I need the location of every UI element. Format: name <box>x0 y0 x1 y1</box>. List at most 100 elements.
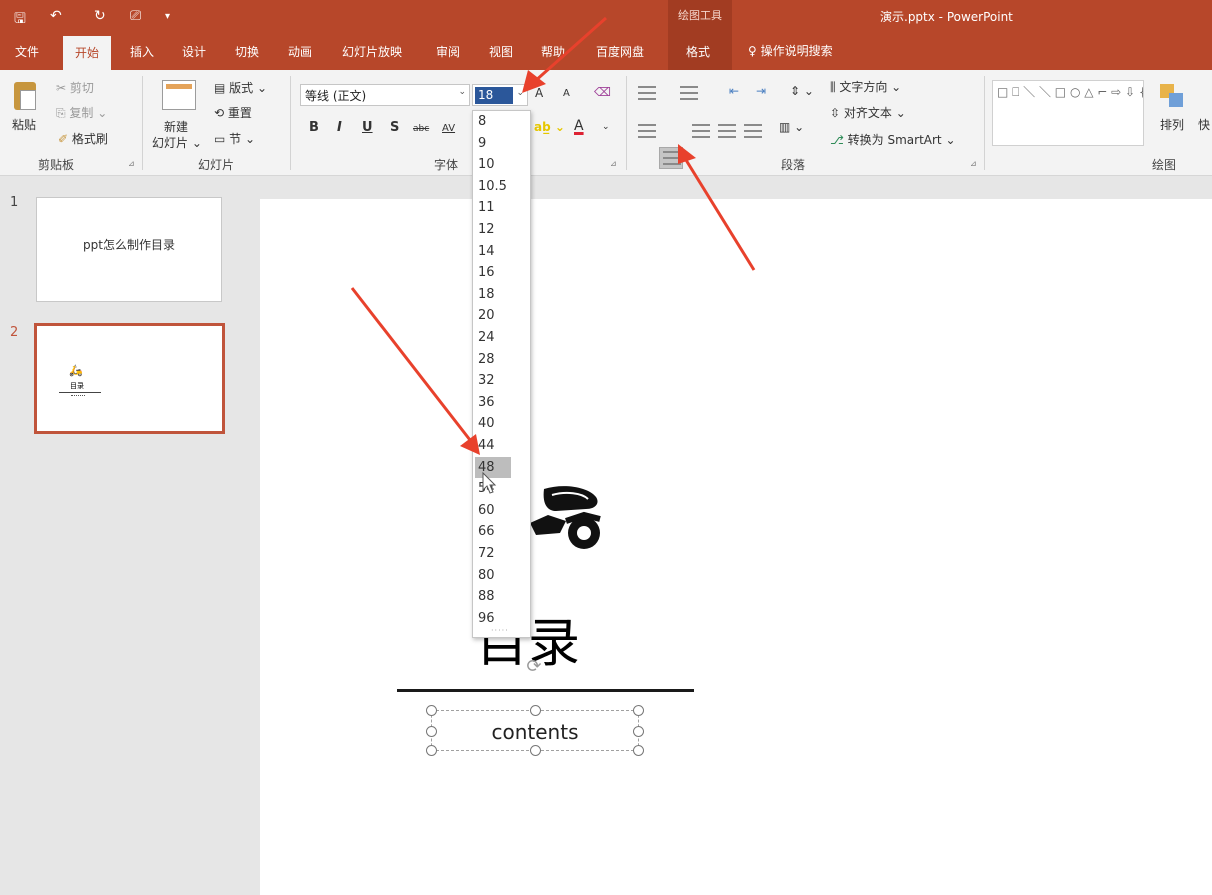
paste-icon[interactable] <box>14 82 36 110</box>
font-size-combobox[interactable]: 18 ⌄ <box>472 84 528 106</box>
align-text-button[interactable]: ⇳ 对齐文本 ⌄ <box>830 104 906 121</box>
distribute-icon[interactable] <box>744 124 762 138</box>
customize-qat-icon[interactable]: ▾ <box>165 11 170 22</box>
slide-canvas[interactable]: 目录 ⟳ contents <box>260 199 1212 895</box>
font-size-option[interactable]: 20 <box>475 305 511 326</box>
underline-button[interactable]: U <box>362 120 373 135</box>
font-size-option[interactable]: 12 <box>475 219 511 240</box>
font-size-option[interactable]: 24 <box>475 327 511 348</box>
new-slide-button[interactable]: 新建 <box>164 118 188 135</box>
text-direction-button[interactable]: ⫼ 文字方向 ⌄ <box>830 78 901 95</box>
decrease-indent-icon[interactable]: ⇤ <box>729 84 739 98</box>
cut-button[interactable]: ✂ 剪切 <box>56 79 94 96</box>
font-size-option[interactable]: 11 <box>475 197 511 218</box>
font-size-dropdown[interactable]: 8 9 10 10.5 11 12 14 16 18 20 24 28 32 36 40 44 48 54 60 66… <box>472 110 531 638</box>
tab-format[interactable]: 格式 <box>686 43 710 60</box>
font-launcher-icon[interactable]: ⊿ <box>610 159 617 168</box>
increase-indent-icon[interactable]: ⇥ <box>756 84 766 98</box>
resize-handle[interactable] <box>530 745 541 756</box>
font-size-option[interactable]: 8 <box>475 111 511 132</box>
slide-thumbnail-1[interactable]: ppt怎么制作目录 <box>36 197 222 302</box>
convert-smartart-button[interactable]: ⎇ 转换为 SmartArt ⌄ <box>830 131 956 148</box>
present-icon[interactable]: ⎚ <box>130 8 141 24</box>
arrange-icon[interactable] <box>1160 82 1186 110</box>
tab-slideshow[interactable]: 幻灯片放映 <box>342 43 402 60</box>
chevron-down-icon[interactable]: ⌄ <box>602 122 610 132</box>
layout-button[interactable]: ▤ 版式 ⌄ <box>214 79 267 96</box>
new-slide-button-line2[interactable]: 幻灯片 ⌄ <box>152 134 202 151</box>
columns-icon[interactable]: ▥ ⌄ <box>779 120 804 134</box>
resize-handle[interactable] <box>633 745 644 756</box>
resize-handle[interactable] <box>633 705 644 716</box>
align-right-icon[interactable] <box>692 124 710 138</box>
slide-divider-line[interactable] <box>397 689 694 692</box>
save-icon[interactable]: 🖫 <box>14 8 26 32</box>
chevron-down-icon[interactable]: ⌄ <box>516 88 524 98</box>
highlight-color-icon[interactable]: ab̲ ⌄ <box>534 120 565 134</box>
slide-thumbnail-2[interactable]: 🛵 目录 <box>34 323 225 434</box>
font-size-option[interactable]: 36 <box>475 392 511 413</box>
scooter-icon[interactable] <box>526 485 610 555</box>
font-size-option[interactable]: 88 <box>475 586 511 607</box>
subtitle-text[interactable]: contents <box>432 720 638 744</box>
font-name-combobox[interactable]: 等线 (正文) ⌄ <box>300 84 470 106</box>
font-size-option[interactable]: 44 <box>475 435 511 456</box>
format-painter-button[interactable]: ✐ 格式刷 <box>58 130 108 147</box>
chevron-down-icon[interactable]: ⌄ <box>458 87 466 97</box>
bold-button[interactable]: B <box>309 120 319 135</box>
strikethrough-button[interactable]: abc <box>413 124 429 134</box>
italic-button[interactable]: I <box>337 120 342 135</box>
reset-button[interactable]: ⟲ 重置 <box>214 104 252 121</box>
shadow-button[interactable]: S <box>390 120 399 135</box>
align-center-button[interactable] <box>659 147 683 169</box>
tell-me-search[interactable]: ♀ 操作说明搜索 <box>748 42 833 59</box>
font-size-option[interactable]: 60 <box>475 500 511 521</box>
font-color-button[interactable]: A <box>574 118 584 134</box>
font-size-option[interactable]: 9 <box>475 133 511 154</box>
font-size-option[interactable]: 10.5 <box>475 176 511 197</box>
tab-view[interactable]: 视图 <box>489 43 513 60</box>
font-size-option[interactable]: 66 <box>475 521 511 542</box>
resize-grip-icon[interactable]: ····· <box>491 626 509 635</box>
bullets-icon[interactable] <box>638 86 656 100</box>
character-spacing-button[interactable]: AV <box>442 123 455 134</box>
font-size-option[interactable]: 28 <box>475 349 511 370</box>
font-size-option[interactable]: 80 <box>475 565 511 586</box>
undo-icon[interactable]: ↶ <box>50 8 62 24</box>
line-spacing-icon[interactable]: ⇕ ⌄ <box>790 84 814 98</box>
resize-handle[interactable] <box>530 705 541 716</box>
font-size-option[interactable]: 48 <box>475 456 511 478</box>
new-slide-icon[interactable] <box>162 80 196 110</box>
redo-icon[interactable]: ↻ <box>94 8 106 24</box>
font-size-option[interactable]: 72 <box>475 543 511 564</box>
font-size-option[interactable]: 18 <box>475 284 511 305</box>
section-button[interactable]: ▭ 节 ⌄ <box>214 130 255 147</box>
subtitle-textbox[interactable]: contents <box>426 705 644 756</box>
tab-file[interactable]: 文件 <box>15 43 39 60</box>
font-size-option[interactable]: 14 <box>475 241 511 262</box>
copy-button[interactable]: ⎘ 复制 ⌄ <box>56 104 107 121</box>
align-left-icon[interactable] <box>638 124 656 138</box>
tab-help[interactable]: 帮助 <box>541 43 565 60</box>
font-size-option[interactable]: 32 <box>475 370 511 391</box>
font-size-value[interactable]: 18 <box>475 87 513 104</box>
tab-home[interactable]: 开始 <box>63 36 112 70</box>
arrange-button[interactable]: 排列 <box>1160 116 1184 133</box>
tab-design[interactable]: 设计 <box>182 43 206 60</box>
resize-handle[interactable] <box>426 745 437 756</box>
font-size-option[interactable]: 16 <box>475 262 511 283</box>
font-size-option[interactable]: 54 <box>475 478 511 499</box>
tab-animations[interactable]: 动画 <box>288 43 312 60</box>
shapes-gallery[interactable]: □ ⎕ ＼ ＼ □ ○ △ ⌐ ⇨ ⇩ { } <box>992 80 1144 146</box>
clear-formatting-icon[interactable]: ⌫ <box>594 85 611 99</box>
justify-icon[interactable] <box>718 124 736 138</box>
font-size-option[interactable]: 10 <box>475 154 511 175</box>
grow-font-button[interactable]: A <box>535 86 543 100</box>
tab-insert[interactable]: 插入 <box>130 43 154 60</box>
clipboard-launcher-icon[interactable]: ⊿ <box>128 159 135 168</box>
tab-transitions[interactable]: 切换 <box>235 43 259 60</box>
resize-handle[interactable] <box>426 705 437 716</box>
resize-handle[interactable] <box>633 726 644 737</box>
quick-styles-button[interactable]: 快 <box>1198 116 1210 133</box>
resize-handle[interactable] <box>426 726 437 737</box>
